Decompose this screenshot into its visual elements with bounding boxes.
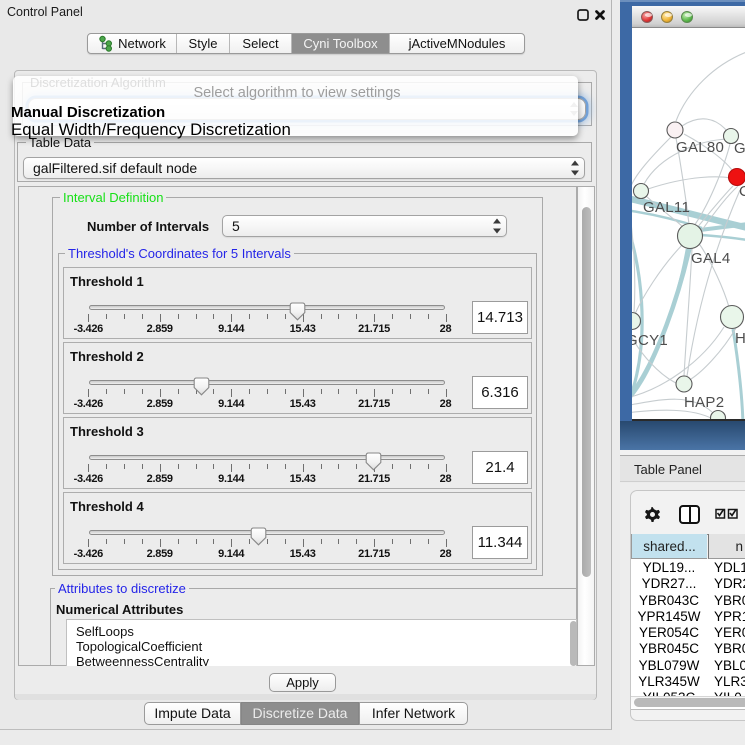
svg-text:HAP2: HAP2 [684,394,724,411]
svg-text:H: H [735,330,745,347]
svg-text:GCY1: GCY1 [632,332,668,349]
svg-text:GAL80: GAL80 [676,139,724,156]
svg-text:C: C [739,183,745,200]
svg-text:GAL4: GAL4 [691,250,731,267]
svg-text:GAL11: GAL11 [643,199,690,216]
svg-text:GA: GA [734,140,745,157]
